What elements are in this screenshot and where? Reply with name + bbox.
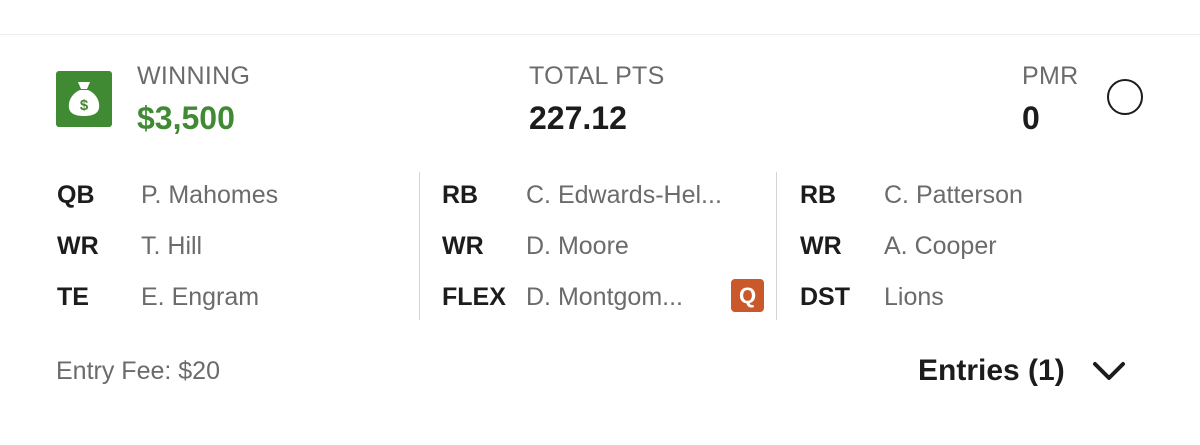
column-divider	[419, 172, 420, 320]
lineup-player[interactable]: T. Hill	[141, 232, 202, 261]
chevron-down-icon	[1091, 360, 1127, 382]
lineup-pos-flex: FLEX	[442, 283, 506, 311]
lineup-player[interactable]: E. Engram	[141, 283, 259, 312]
lineup-pos-wr: WR	[442, 232, 484, 260]
pmr-progress-ring	[1107, 79, 1143, 115]
entries-label: Entries (1)	[918, 354, 1065, 387]
lineup-pos-te: TE	[57, 283, 89, 311]
questionable-status-badge: Q	[731, 279, 764, 312]
lineup-pos-rb: RB	[442, 181, 479, 209]
lineup-pos-rb: RB	[800, 181, 837, 209]
lineup-player[interactable]: A. Cooper	[884, 232, 997, 261]
total-pts-label: TOTAL PTS	[529, 62, 665, 90]
pmr-label: PMR	[1022, 62, 1079, 90]
column-divider	[776, 172, 777, 320]
svg-text:$: $	[80, 97, 89, 114]
entries-toggle-button[interactable]: Entries (1)	[918, 353, 1127, 389]
entry-fee: Entry Fee: $20	[56, 357, 220, 385]
lineup-player[interactable]: Lions	[884, 283, 944, 312]
lineup-player[interactable]: C. Patterson	[884, 181, 1023, 210]
lineup-player[interactable]: D. Moore	[526, 232, 629, 261]
lineup-player[interactable]: D. Montgom...	[526, 283, 683, 312]
winning-label: WINNING	[137, 62, 251, 90]
contest-entry-card[interactable]: $ WINNING $3,500 TOTAL PTS 227.12 PMR 0 …	[0, 35, 1200, 445]
lineup-player[interactable]: P. Mahomes	[141, 181, 278, 210]
lineup-pos-wr: WR	[57, 232, 99, 260]
winning-value: $3,500	[137, 100, 235, 136]
lineup-pos-wr: WR	[800, 232, 842, 260]
lineup-pos-dst: DST	[800, 283, 850, 311]
lineup-player[interactable]: C. Edwards-Hel...	[526, 181, 722, 210]
lineup-pos-qb: QB	[57, 181, 95, 209]
pmr-value: 0	[1022, 100, 1040, 136]
money-bag-icon: $	[56, 71, 112, 127]
total-pts-value: 227.12	[529, 100, 627, 136]
